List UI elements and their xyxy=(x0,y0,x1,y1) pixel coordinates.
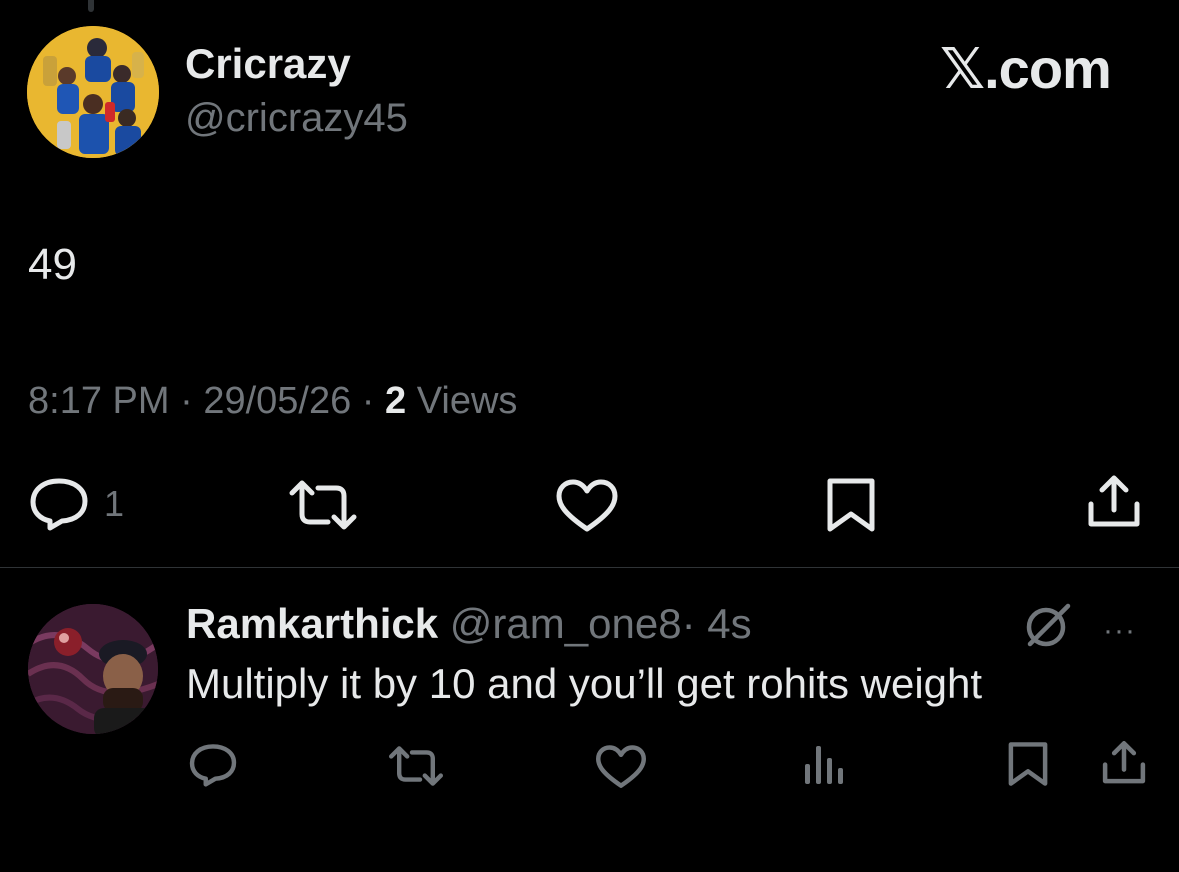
like-button[interactable] xyxy=(555,478,619,534)
reply-separator: · xyxy=(681,600,696,647)
author-avatar[interactable] xyxy=(27,26,159,158)
reply-button[interactable]: 1 xyxy=(28,476,124,532)
reply-like-button[interactable] xyxy=(595,744,647,790)
share-icon xyxy=(1088,475,1140,527)
share-icon xyxy=(1102,741,1146,784)
x-com-watermark: 𝕏.com xyxy=(940,37,1112,102)
bookmark-icon xyxy=(827,478,875,532)
tweet-meta: 8:17 PM · 29/05/26 · 2 Views xyxy=(28,380,517,423)
views-count: 2 xyxy=(385,380,407,422)
retweet-icon xyxy=(289,480,357,530)
reply-icon xyxy=(189,744,237,787)
tweet-text: 49 xyxy=(28,240,77,289)
retweet-icon xyxy=(389,746,443,786)
share-button[interactable] xyxy=(1086,474,1142,530)
like-icon xyxy=(556,479,618,532)
reply-share-button[interactable] xyxy=(1101,740,1147,786)
like-icon xyxy=(596,745,646,788)
reply-reply-button[interactable] xyxy=(188,742,238,788)
reply-author-name[interactable]: Ramkarthick xyxy=(186,600,438,647)
reply-retweet-button[interactable] xyxy=(388,744,444,788)
author-name[interactable]: Cricrazy xyxy=(185,40,351,88)
reply-header: Ramkarthick @ram_one8· 4s xyxy=(186,600,752,648)
divider xyxy=(0,567,1179,568)
reply-icon xyxy=(30,478,88,531)
retweet-button[interactable] xyxy=(288,478,358,532)
thread-connector-line xyxy=(88,0,94,12)
reply-count: 1 xyxy=(104,483,125,524)
avatar-image xyxy=(28,604,158,734)
views-label[interactable]: Views xyxy=(417,380,518,422)
author-handle[interactable]: @cricrazy45 xyxy=(185,96,408,141)
grok-button[interactable] xyxy=(1024,602,1074,648)
tweet-time: 8:17 PM xyxy=(28,380,170,422)
reply-author-avatar[interactable] xyxy=(28,604,158,734)
bookmark-icon xyxy=(1008,742,1048,786)
meta-separator: · xyxy=(361,380,375,422)
more-icon: ··· xyxy=(1103,614,1136,647)
views-chart-icon xyxy=(805,746,843,784)
meta-separator: · xyxy=(180,380,193,422)
reply-author-handle[interactable]: @ram_one8 xyxy=(450,600,682,647)
avatar-image xyxy=(27,26,159,158)
tweet-date: 29/05/26 xyxy=(203,380,352,422)
more-button[interactable]: ··· xyxy=(1103,616,1136,646)
reply-age[interactable]: 4s xyxy=(707,600,751,647)
reply-views-button[interactable] xyxy=(802,742,846,786)
reply-bookmark-button[interactable] xyxy=(1006,740,1050,788)
bookmark-button[interactable] xyxy=(824,476,878,534)
reply-text: Multiply it by 10 and you’ll get rohits … xyxy=(186,660,983,707)
grok-icon xyxy=(1026,603,1071,647)
